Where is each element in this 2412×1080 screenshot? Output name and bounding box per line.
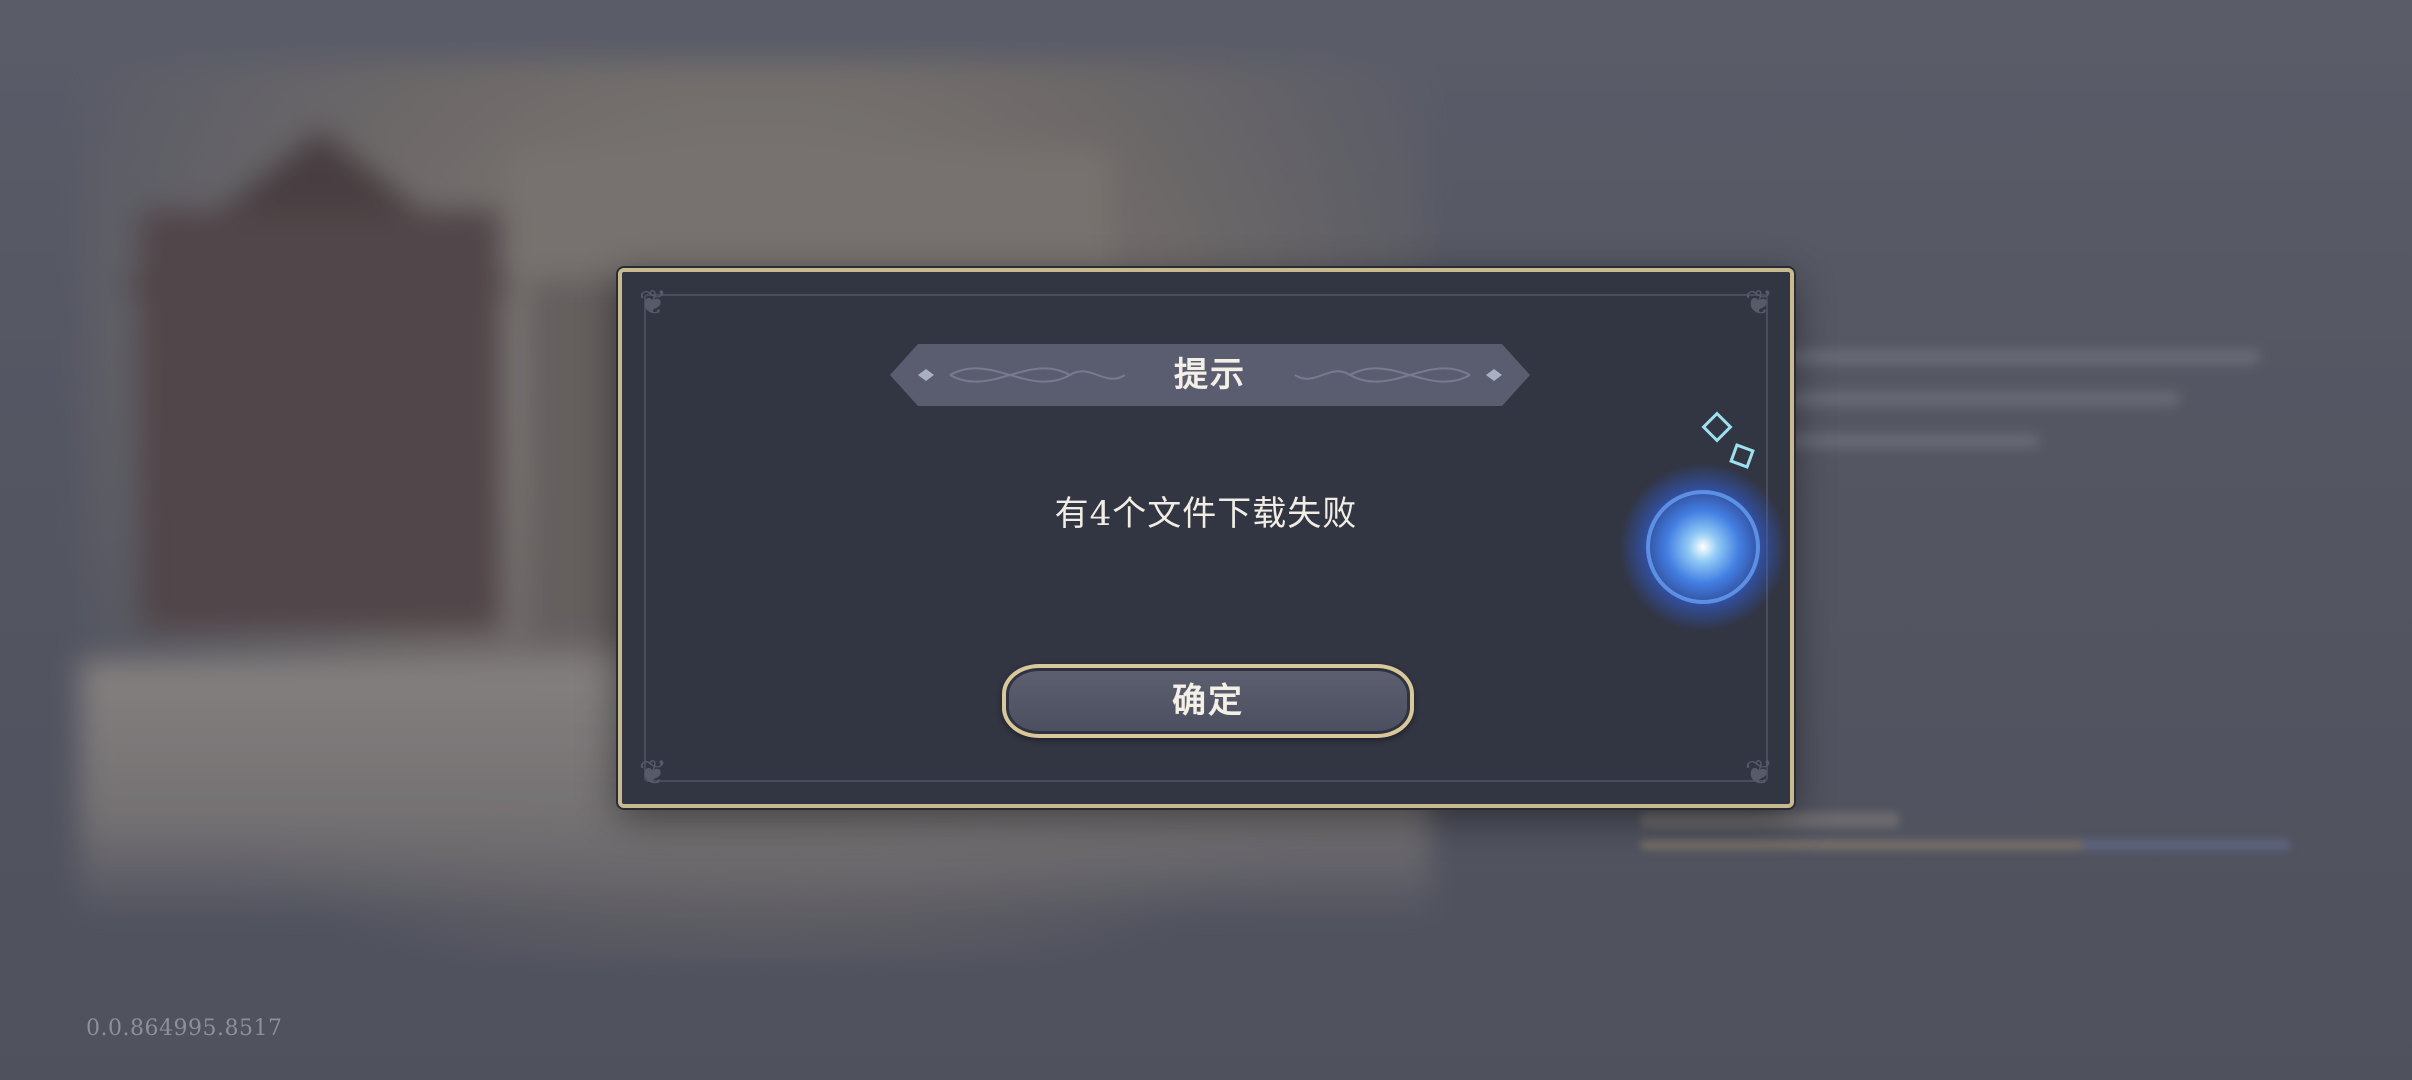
dialog-message: 有4个文件下载失败 [1054, 494, 1358, 534]
ornament-corner-icon: ❦ [1744, 283, 1774, 323]
dialog-title: 提示 [1174, 355, 1246, 395]
confirm-button[interactable]: 确定 [1002, 664, 1414, 738]
ornament-corner-icon: ❦ [638, 753, 668, 793]
glowing-orb-icon [1618, 411, 1788, 632]
confirm-button-label: 确定 [1172, 681, 1244, 721]
version-label: 0.0.864995.8517 [86, 1016, 283, 1041]
game-screen: 0.0.864995.8517 ❦ ❦ ❦ ❦ 提示 有4个文件下载失败 确定 [0, 0, 2412, 1080]
dialog-title-banner: 提示 [890, 342, 1530, 408]
ornament-corner-icon: ❦ [638, 283, 668, 323]
ornament-corner-icon: ❦ [1744, 753, 1774, 793]
